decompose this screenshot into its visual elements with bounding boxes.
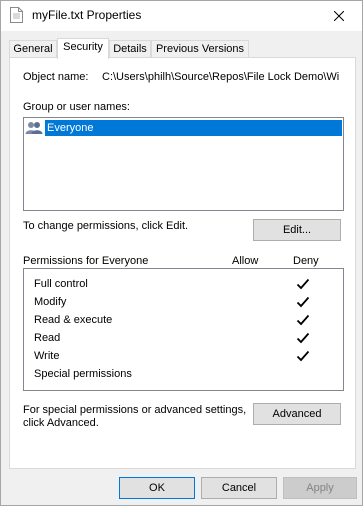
apply-button[interactable]: Apply — [283, 477, 357, 499]
advanced-button[interactable]: Advanced — [253, 403, 341, 425]
advanced-text-line-1: For special permissions or advanced sett… — [23, 404, 247, 416]
allow-header: Allow — [232, 255, 259, 267]
permission-row: Write — [34, 349, 334, 365]
deny-header: Deny — [293, 255, 319, 267]
edit-button[interactable]: Edit... — [253, 219, 341, 241]
checkmark-icon — [296, 332, 310, 344]
checkmark-icon — [296, 350, 310, 362]
title-bar: myFile.txt Properties — [1, 1, 362, 31]
permission-name: Special permissions — [34, 368, 132, 380]
permission-name: Modify — [34, 296, 67, 308]
change-permissions-text: To change permissions, click Edit. — [23, 220, 189, 232]
users-icon — [25, 122, 43, 134]
ok-button[interactable]: OK — [119, 477, 195, 499]
object-name-value[interactable]: C:\Users\philh\Source\Repos\File Lock De… — [102, 71, 344, 83]
cancel-button[interactable]: Cancel — [201, 477, 277, 499]
close-button[interactable] — [316, 1, 362, 31]
permission-row: Special permissions — [34, 367, 334, 383]
group-list[interactable]: Everyone — [23, 117, 344, 211]
tab-security[interactable]: Security — [57, 38, 109, 59]
permission-row: Full control — [34, 277, 334, 293]
document-icon — [10, 7, 23, 23]
close-icon — [334, 11, 344, 21]
permissions-list: Full control Modify Read & execute Read … — [23, 268, 344, 391]
properties-window: myFile.txt Properties General Security D… — [0, 0, 363, 506]
permission-row: Read — [34, 331, 334, 347]
tab-details[interactable]: Details — [109, 40, 151, 58]
tab-strip: General Security Details Previous Versio… — [9, 38, 359, 59]
list-item[interactable]: Everyone — [25, 120, 342, 136]
tab-general[interactable]: General — [9, 40, 57, 58]
window-title: myFile.txt Properties — [32, 8, 142, 22]
permission-name: Read & execute — [34, 314, 113, 326]
permissions-for-label: Permissions for Everyone — [23, 255, 149, 267]
object-name-label: Object name: — [23, 71, 89, 83]
security-panel: Object name: C:\Users\philh\Source\Repos… — [9, 57, 356, 469]
permission-row: Modify — [34, 295, 334, 311]
group-label: Group or user names: — [23, 101, 130, 113]
group-item-everyone[interactable]: Everyone — [45, 120, 342, 136]
checkmark-icon — [296, 296, 310, 308]
checkmark-icon — [296, 314, 310, 326]
advanced-text-line-2: click Advanced. — [23, 417, 99, 429]
tab-previous-versions[interactable]: Previous Versions — [151, 40, 249, 58]
permission-name: Read — [34, 332, 61, 344]
permission-name: Write — [34, 350, 60, 362]
checkmark-icon — [296, 278, 310, 290]
permission-name: Full control — [34, 278, 88, 290]
permission-row: Read & execute — [34, 313, 334, 329]
